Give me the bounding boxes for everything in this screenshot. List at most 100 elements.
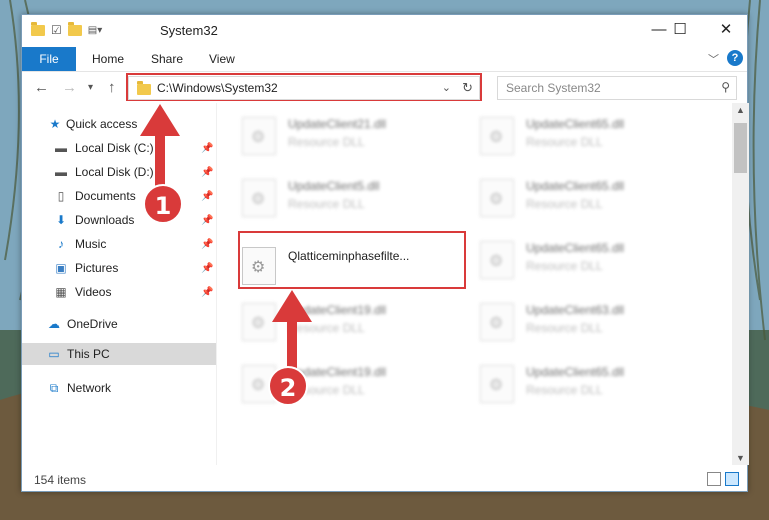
star-icon: ★ <box>49 117 61 131</box>
dll-file-icon <box>242 117 276 155</box>
chevron-down-icon[interactable]: ⌄ <box>442 81 451 94</box>
pin-icon[interactable]: 📌 <box>201 239 213 250</box>
documents-icon: ▯ <box>57 189 65 203</box>
properties-icon[interactable]: ☑ <box>51 23 62 37</box>
folder-icon <box>31 21 45 36</box>
address-bar[interactable]: C:\Windows\System32 ⌄ ↻ <box>128 76 480 100</box>
tab-view[interactable]: View <box>209 47 235 71</box>
maximize-button[interactable]: ☐ <box>657 15 703 45</box>
tab-share[interactable]: Share <box>151 47 183 71</box>
file-name: UpdateClient65.dll <box>526 117 625 131</box>
callout-badge-2: 2 <box>268 366 308 406</box>
scroll-up-icon[interactable]: ▲ <box>736 105 745 115</box>
ribbon-tabs: File Home Share View ﹀ ? <box>22 47 747 71</box>
pin-icon[interactable]: 📌 <box>201 263 213 274</box>
file-item[interactable]: UpdateClient19.dll Resource DLL <box>222 297 442 349</box>
close-button[interactable]: ✕ <box>703 15 749 45</box>
file-name: UpdateClient65.dll <box>526 241 625 255</box>
sidebar-item-label: OneDrive <box>67 317 118 331</box>
file-type: Resource DLL <box>526 321 603 335</box>
back-arrow-icon[interactable]: ← <box>34 79 49 96</box>
drive-icon: ▬ <box>55 141 67 155</box>
forward-arrow-icon[interactable]: → <box>62 79 77 96</box>
title-bar: ☑ ▤▾ System32 — ☐ ✕ <box>22 15 747 47</box>
sidebar-item-network[interactable]: ⧉ Network <box>22 377 216 399</box>
dll-file-icon <box>480 179 514 217</box>
downloads-icon: ⬇ <box>55 213 67 227</box>
up-arrow-icon[interactable]: ↑ <box>108 79 116 96</box>
sidebar-item-label: Network <box>67 381 112 395</box>
pin-icon[interactable]: 📌 <box>201 191 213 202</box>
sidebar-item-videos[interactable]: ▦ Videos 📌 <box>22 281 216 303</box>
drive-icon: ▬ <box>55 165 67 179</box>
search-box[interactable]: ⚲ <box>497 76 737 100</box>
scroll-thumb[interactable] <box>734 123 747 173</box>
dll-file-icon <box>480 303 514 341</box>
file-type: Resource DLL <box>288 135 365 149</box>
sidebar-item-label: Quick access <box>66 117 138 131</box>
file-item[interactable]: UpdateClient63.dll Resource DLL <box>460 297 680 349</box>
file-item[interactable]: UpdateClient65.dll Resource DLL <box>460 111 680 163</box>
sidebar-item-music[interactable]: ♪ Music 📌 <box>22 233 216 255</box>
file-type: Resource DLL <box>288 197 365 211</box>
file-item[interactable]: UpdateClient65.dll Resource DLL <box>460 173 680 225</box>
file-name: UpdateClient63.dll <box>526 303 625 317</box>
vertical-scrollbar[interactable]: ▲ ▼ <box>732 103 749 465</box>
address-path[interactable]: C:\Windows\System32 <box>157 81 278 95</box>
pin-icon[interactable]: 📌 <box>201 167 213 178</box>
sidebar-item-label: Documents <box>75 189 136 203</box>
status-bar: 154 items <box>22 469 747 491</box>
file-type: Resource DLL <box>526 197 603 211</box>
sidebar-item-label: Downloads <box>75 213 135 227</box>
cloud-icon: ☁ <box>48 317 60 331</box>
pin-icon[interactable]: 📌 <box>201 143 213 154</box>
file-name: UpdateClient65.dll <box>526 365 625 379</box>
new-folder-icon[interactable] <box>67 21 82 36</box>
recent-locations-icon[interactable]: ▾ <box>88 82 93 93</box>
large-icons-view-icon[interactable] <box>725 472 739 486</box>
view-toggle <box>707 472 739 486</box>
sidebar-item-label: Videos <box>75 285 112 299</box>
sidebar-item-onedrive[interactable]: ☁ OneDrive <box>22 313 216 335</box>
details-view-icon[interactable] <box>707 472 721 486</box>
pane-divider <box>216 103 217 465</box>
dll-file-icon <box>480 365 514 403</box>
tab-file[interactable]: File <box>22 47 76 71</box>
file-item[interactable]: UpdateClient65.dll Resource DLL <box>460 235 680 287</box>
pin-icon[interactable]: 📌 <box>201 215 213 226</box>
file-item[interactable]: UpdateClient5.dll Resource DLL <box>222 173 442 225</box>
network-icon: ⧉ <box>49 381 59 395</box>
dll-file-icon <box>242 179 276 217</box>
pictures-icon: ▣ <box>55 261 67 275</box>
tab-home[interactable]: Home <box>92 47 124 71</box>
pin-icon[interactable]: 📌 <box>201 287 213 298</box>
quick-access-toolbar: ☑ ▤▾ <box>31 21 102 37</box>
search-input[interactable] <box>504 80 708 96</box>
search-icon[interactable]: ⚲ <box>721 80 730 94</box>
file-type: Resource DLL <box>526 135 603 149</box>
sidebar-item-label: Pictures <box>75 261 119 275</box>
refresh-icon[interactable]: ↻ <box>462 80 473 96</box>
music-icon: ♪ <box>58 237 64 251</box>
folder-icon <box>137 81 151 95</box>
file-item[interactable]: UpdateClient65.dll Resource DLL <box>460 359 680 411</box>
expand-ribbon-icon[interactable]: ﹀ <box>708 51 719 67</box>
help-icon[interactable]: ? <box>727 50 743 66</box>
callout-badge-1: 1 <box>143 184 183 224</box>
toolbar-customize-icon[interactable]: ▤▾ <box>88 25 102 36</box>
file-item[interactable]: UpdateClient19.dll Resource DLL <box>222 359 442 411</box>
item-count: 154 items <box>34 473 87 487</box>
computer-icon: ▭ <box>48 347 60 361</box>
sidebar-item-downloads[interactable]: ⬇ Downloads 📌 <box>22 209 216 231</box>
sidebar-item-label: This PC <box>67 347 110 361</box>
file-name: UpdateClient5.dll <box>288 179 380 193</box>
window-title: System32 <box>160 23 218 38</box>
file-name: UpdateClient65.dll <box>526 179 625 193</box>
sidebar-item-this-pc[interactable]: ▭ This PC <box>22 343 216 365</box>
file-name: UpdateClient21.dll <box>288 117 387 131</box>
scroll-down-icon[interactable]: ▼ <box>736 453 745 463</box>
sidebar-item-pictures[interactable]: ▣ Pictures 📌 <box>22 257 216 279</box>
file-item[interactable]: UpdateClient21.dll Resource DLL <box>222 111 442 163</box>
dll-file-icon <box>480 241 514 279</box>
sidebar-item-label: Music <box>75 237 107 251</box>
